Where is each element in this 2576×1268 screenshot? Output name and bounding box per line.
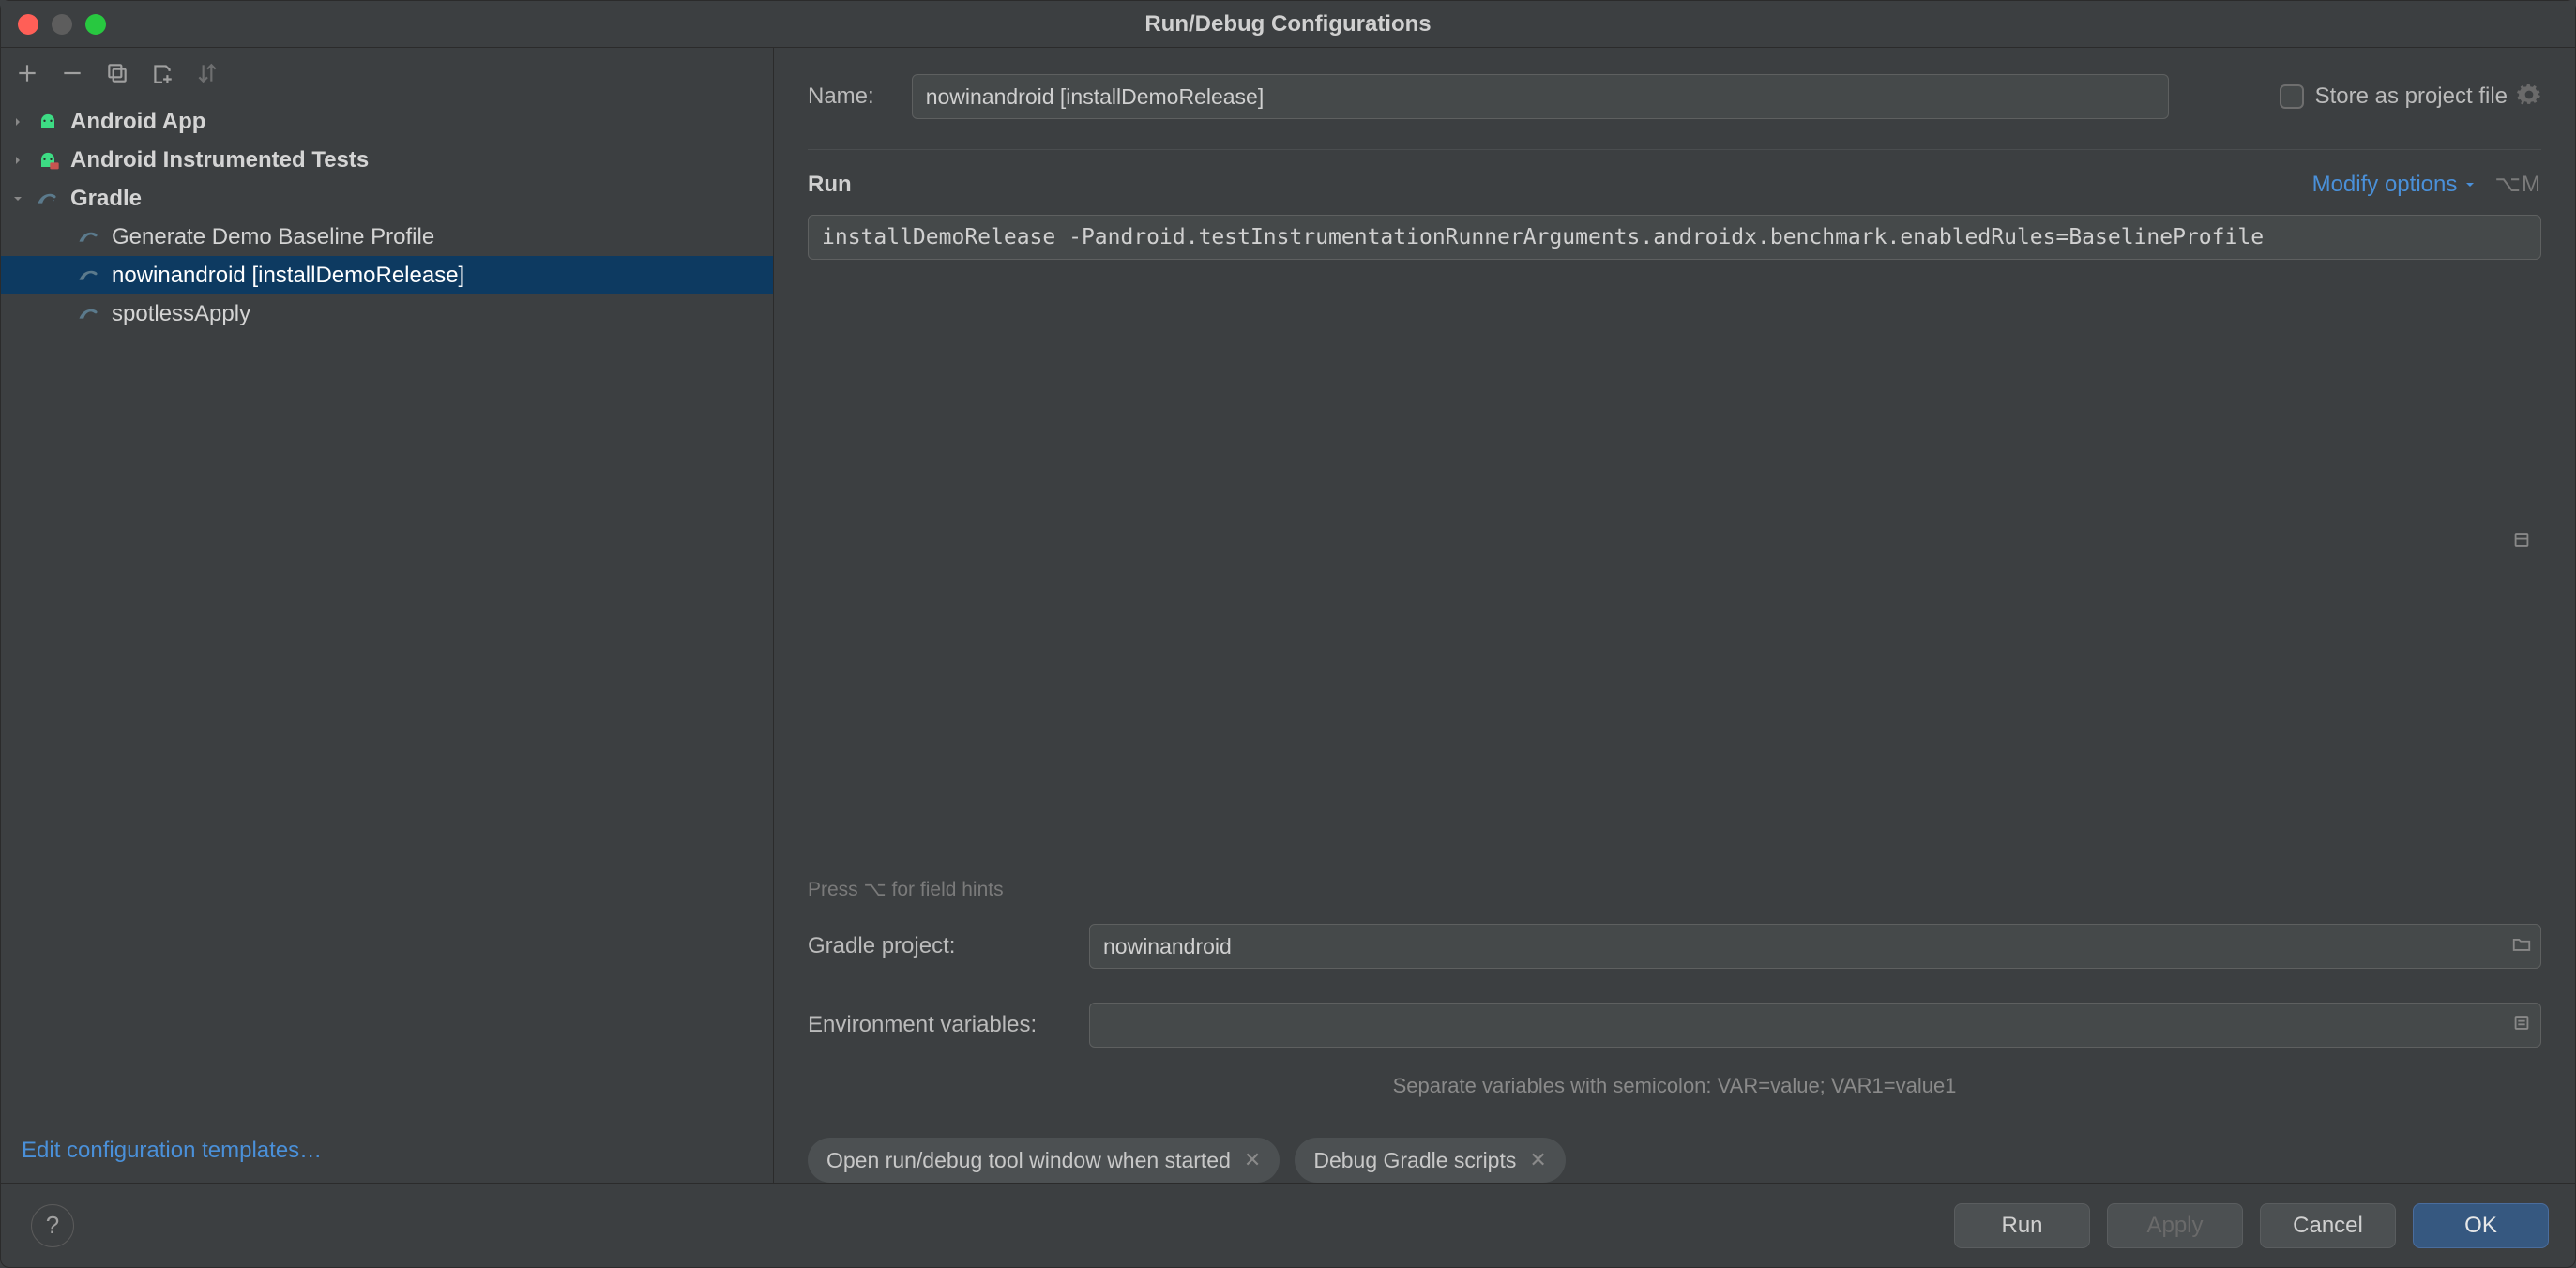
chevron-down-icon xyxy=(8,189,27,208)
gradle-project-row: Gradle project: xyxy=(808,924,2541,969)
store-file-checkbox[interactable] xyxy=(2280,84,2304,109)
main-form: Name: Store as project file Run Modify o… xyxy=(774,48,2575,1183)
sidebar-toolbar xyxy=(1,48,773,98)
titlebar: Run/Debug Configurations xyxy=(1,1,2575,48)
gradle-project-wrap xyxy=(1089,924,2541,969)
gradle-icon xyxy=(35,186,61,212)
tree-node-gradle[interactable]: Gradle xyxy=(1,179,773,218)
chevron-right-icon xyxy=(8,113,27,131)
sidebar: Android App Android Instrumented Tests G… xyxy=(1,48,774,1183)
dialog-body: Android App Android Instrumented Tests G… xyxy=(1,48,2575,1183)
run-section-header: Run Modify options ⌥M xyxy=(808,171,2541,198)
run-command-wrap xyxy=(808,215,2541,868)
modify-options-link[interactable]: Modify options xyxy=(2312,172,2478,198)
tree-node-android-app[interactable]: Android App xyxy=(1,102,773,141)
tree-label: Gradle xyxy=(70,186,142,212)
store-file-row: Store as project file xyxy=(2280,83,2541,112)
window-title: Run/Debug Configurations xyxy=(1,11,2575,38)
dialog-window: Run/Debug Configurations xyxy=(0,0,2576,1268)
tag-debug-gradle[interactable]: Debug Gradle scripts ✕ xyxy=(1295,1138,1565,1183)
run-button[interactable]: Run xyxy=(1954,1203,2090,1248)
tree-label: Generate Demo Baseline Profile xyxy=(112,224,434,250)
options-tags: Open run/debug tool window when started … xyxy=(808,1138,2541,1183)
minimize-window-button[interactable] xyxy=(52,14,72,35)
edit-templates-link[interactable]: Edit configuration templates… xyxy=(1,1119,773,1183)
cancel-button[interactable]: Cancel xyxy=(2260,1203,2396,1248)
tree-node-android-tests[interactable]: Android Instrumented Tests xyxy=(1,141,773,179)
list-icon[interactable] xyxy=(2511,1013,2532,1038)
store-file-label: Store as project file xyxy=(2315,83,2508,110)
chevron-right-icon xyxy=(8,151,27,170)
env-row: Environment variables: xyxy=(808,1003,2541,1048)
tree-label: Android App xyxy=(70,109,205,135)
zoom-window-button[interactable] xyxy=(85,14,106,35)
add-config-button[interactable] xyxy=(12,58,42,88)
name-label: Name: xyxy=(808,83,874,110)
copy-config-button[interactable] xyxy=(102,58,132,88)
android-icon xyxy=(35,109,61,135)
sort-button[interactable] xyxy=(192,58,222,88)
run-section-title: Run xyxy=(808,172,852,198)
help-button[interactable]: ? xyxy=(31,1204,74,1247)
tag-label: Open run/debug tool window when started xyxy=(826,1148,1231,1173)
android-test-icon xyxy=(35,147,61,174)
env-input[interactable] xyxy=(1089,1003,2541,1048)
env-label: Environment variables: xyxy=(808,1012,1089,1038)
footer-buttons: Run Apply Cancel OK xyxy=(1954,1203,2549,1248)
modify-options-label: Modify options xyxy=(2312,172,2458,198)
remove-config-button[interactable] xyxy=(57,58,87,88)
dialog-footer: ? Run Apply Cancel OK xyxy=(1,1183,2575,1267)
gear-icon[interactable] xyxy=(2517,83,2541,112)
tree-item-spotless[interactable]: spotlessApply xyxy=(1,294,773,333)
modify-options-shortcut: ⌥M xyxy=(2494,171,2541,198)
expand-icon[interactable] xyxy=(2511,529,2532,554)
traffic-lights xyxy=(1,14,106,35)
tree-item-install-demo[interactable]: nowinandroid [installDemoRelease] xyxy=(1,256,773,294)
tag-open-tool-window[interactable]: Open run/debug tool window when started … xyxy=(808,1138,1280,1183)
name-row: Name: Store as project file xyxy=(808,74,2541,119)
name-input[interactable] xyxy=(912,74,2169,119)
gradle-icon xyxy=(76,263,102,289)
env-hint: Separate variables with semicolon: VAR=v… xyxy=(808,1074,2541,1098)
tree-label: nowinandroid [installDemoRelease] xyxy=(112,263,464,289)
gradle-project-label: Gradle project: xyxy=(808,933,1089,959)
close-window-button[interactable] xyxy=(18,14,38,35)
divider xyxy=(808,149,2541,150)
gradle-project-input[interactable] xyxy=(1089,924,2541,969)
tree-label: Android Instrumented Tests xyxy=(70,147,369,174)
chevron-down-icon xyxy=(2462,177,2478,192)
run-command-input[interactable] xyxy=(808,215,2541,260)
folder-icon[interactable] xyxy=(2511,934,2532,959)
close-icon[interactable]: ✕ xyxy=(1244,1148,1261,1172)
close-icon[interactable]: ✕ xyxy=(1529,1148,1546,1172)
apply-button[interactable]: Apply xyxy=(2107,1203,2243,1248)
tree-label: spotlessApply xyxy=(112,301,250,327)
ok-button[interactable]: OK xyxy=(2413,1203,2549,1248)
gradle-icon xyxy=(76,224,102,250)
gradle-icon xyxy=(76,301,102,327)
tag-label: Debug Gradle scripts xyxy=(1313,1148,1516,1173)
run-hint: Press ⌥ for field hints xyxy=(808,878,2541,901)
env-wrap xyxy=(1089,1003,2541,1048)
tree-item-generate-demo[interactable]: Generate Demo Baseline Profile xyxy=(1,218,773,256)
config-tree[interactable]: Android App Android Instrumented Tests G… xyxy=(1,98,773,1119)
save-template-button[interactable] xyxy=(147,58,177,88)
